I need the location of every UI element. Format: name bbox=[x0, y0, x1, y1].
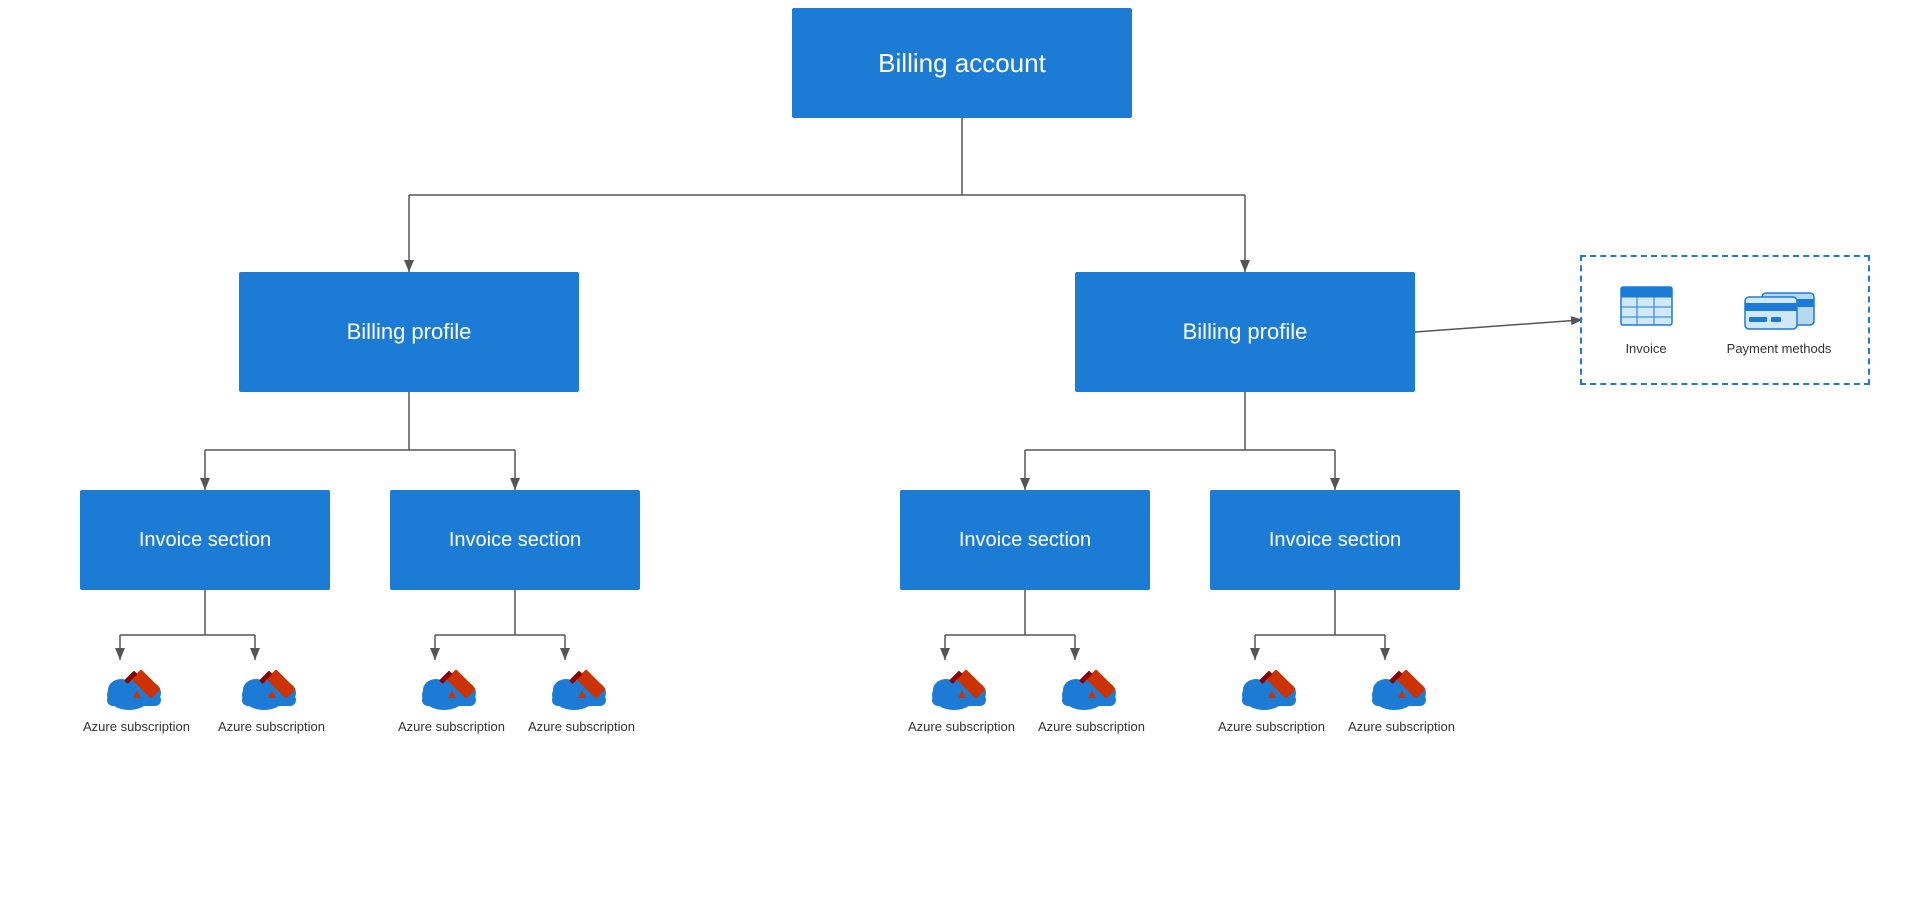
azure-sub-6: Azure subscription bbox=[1038, 660, 1145, 734]
billing-profile-left-box: Billing profile bbox=[239, 272, 579, 392]
azure-icon-1 bbox=[101, 660, 171, 715]
billing-account-label: Billing account bbox=[878, 48, 1046, 79]
invoice-section-4-label: Invoice section bbox=[1269, 529, 1401, 552]
azure-sub-3: Azure subscription bbox=[398, 660, 505, 734]
azure-icon-4 bbox=[546, 660, 616, 715]
azure-icon-2 bbox=[236, 660, 306, 715]
azure-sub-4-label: Azure subscription bbox=[528, 719, 635, 734]
callout-box: Invoice Payment methods bbox=[1580, 255, 1870, 385]
invoice-section-2-box: Invoice section bbox=[390, 490, 640, 590]
invoice-section-3-label: Invoice section bbox=[959, 529, 1091, 552]
azure-icon-3 bbox=[416, 660, 486, 715]
billing-profile-left-label: Billing profile bbox=[347, 319, 472, 345]
invoice-section-4-box: Invoice section bbox=[1210, 490, 1460, 590]
invoice-icon bbox=[1619, 285, 1674, 335]
connector-lines bbox=[0, 0, 1925, 898]
azure-sub-5: Azure subscription bbox=[908, 660, 1015, 734]
billing-profile-right-box: Billing profile bbox=[1075, 272, 1415, 392]
azure-icon-8 bbox=[1366, 660, 1436, 715]
azure-icon-6 bbox=[1056, 660, 1126, 715]
azure-sub-1-label: Azure subscription bbox=[83, 719, 190, 734]
callout-payment-item: Payment methods bbox=[1727, 285, 1832, 356]
azure-icon-5 bbox=[926, 660, 996, 715]
invoice-section-1-label: Invoice section bbox=[139, 529, 271, 552]
azure-sub-7-label: Azure subscription bbox=[1218, 719, 1325, 734]
invoice-section-1-box: Invoice section bbox=[80, 490, 330, 590]
azure-sub-8: Azure subscription bbox=[1348, 660, 1455, 734]
azure-sub-7: Azure subscription bbox=[1218, 660, 1325, 734]
azure-sub-1: Azure subscription bbox=[83, 660, 190, 734]
azure-sub-6-label: Azure subscription bbox=[1038, 719, 1145, 734]
azure-sub-4: Azure subscription bbox=[528, 660, 635, 734]
invoice-section-3-box: Invoice section bbox=[900, 490, 1150, 590]
azure-icon-7 bbox=[1236, 660, 1306, 715]
callout-payment-label: Payment methods bbox=[1727, 341, 1832, 356]
invoice-section-2-label: Invoice section bbox=[449, 529, 581, 552]
payment-icon bbox=[1742, 285, 1817, 335]
azure-sub-2-label: Azure subscription bbox=[218, 719, 325, 734]
callout-invoice-label: Invoice bbox=[1625, 341, 1666, 356]
azure-sub-2: Azure subscription bbox=[218, 660, 325, 734]
billing-account-box: Billing account bbox=[792, 8, 1132, 118]
azure-sub-3-label: Azure subscription bbox=[398, 719, 505, 734]
diagram-container: Billing account Billing profile Billing … bbox=[0, 0, 1925, 898]
azure-sub-5-label: Azure subscription bbox=[908, 719, 1015, 734]
azure-sub-8-label: Azure subscription bbox=[1348, 719, 1455, 734]
billing-profile-right-label: Billing profile bbox=[1183, 319, 1308, 345]
callout-invoice-item: Invoice bbox=[1619, 285, 1674, 356]
